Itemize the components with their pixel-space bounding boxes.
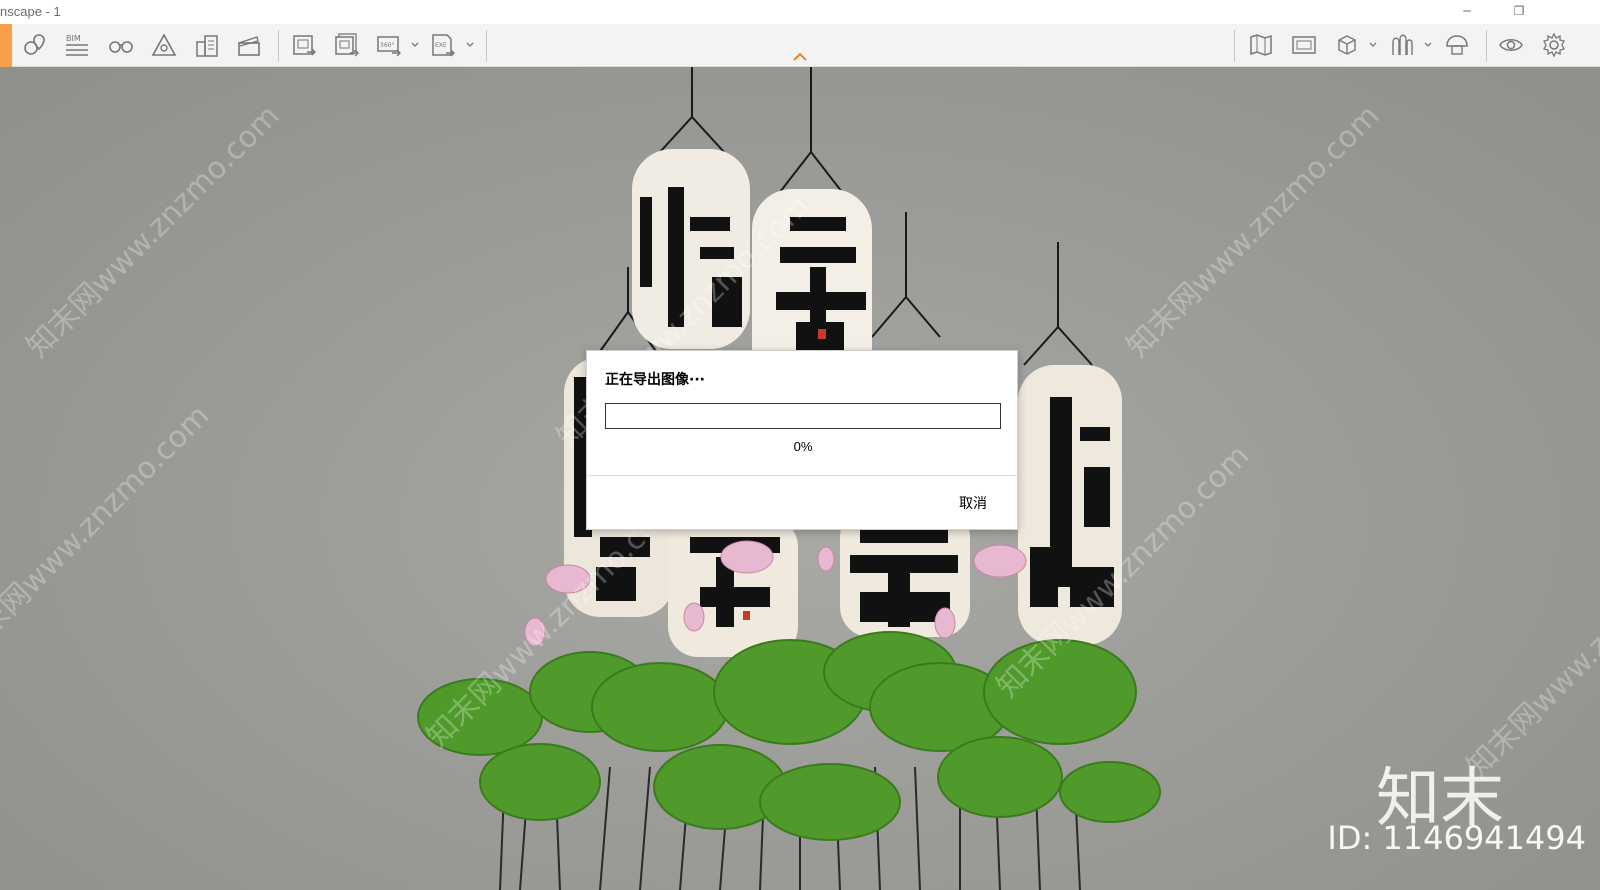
title-bar: nscape - 1 ─ ❐ <box>0 0 1600 24</box>
eye-icon[interactable] <box>1494 29 1528 61</box>
toolbar-separator <box>278 30 279 62</box>
pin-location-icon[interactable] <box>18 29 52 61</box>
chevron-down-icon[interactable] <box>1423 38 1433 52</box>
export-image-icon[interactable] <box>287 29 321 61</box>
bim-list-icon[interactable]: BIM <box>60 29 94 61</box>
dialog-title: 正在导出图像··· <box>605 372 705 388</box>
cancel-button[interactable]: 取消 <box>959 493 987 513</box>
map-icon[interactable] <box>1244 29 1278 61</box>
perspective-icon[interactable] <box>147 29 181 61</box>
image-panel-icon[interactable] <box>1287 29 1321 61</box>
chevron-up-icon[interactable] <box>792 51 808 63</box>
buildings-icon[interactable] <box>190 29 224 61</box>
toolbar-separator <box>1234 30 1235 62</box>
helmet-icon[interactable] <box>1440 29 1474 61</box>
main-toolbar: BIM 360° EXE <box>0 24 1600 67</box>
export-batch-image-icon[interactable] <box>330 29 364 61</box>
progress-bar <box>605 403 1001 429</box>
progress-percent: 0% <box>793 439 813 454</box>
clapperboard-icon[interactable] <box>232 29 266 61</box>
toolbar-separator <box>486 30 487 62</box>
label-360: 360° <box>380 42 394 49</box>
label-exe: EXE <box>435 42 447 49</box>
cube-icon[interactable] <box>1330 29 1364 61</box>
window-title: nscape - 1 <box>0 4 61 19</box>
chevron-down-icon[interactable] <box>465 38 475 52</box>
chevron-down-icon[interactable] <box>410 38 420 52</box>
watermark-id: ID: 1146941494 <box>1327 819 1586 857</box>
binoculars-icon[interactable] <box>104 29 138 61</box>
dialog-divider <box>587 475 1019 476</box>
restore-button[interactable]: ❐ <box>1504 2 1534 22</box>
export-360-icon[interactable]: 360° <box>372 29 406 61</box>
home-tab[interactable] <box>0 24 12 67</box>
minimize-button[interactable]: ─ <box>1452 2 1482 22</box>
export-exe-icon[interactable]: EXE <box>426 29 460 61</box>
trees-icon[interactable] <box>1385 29 1419 61</box>
chevron-down-icon[interactable] <box>1368 38 1378 52</box>
export-progress-dialog: 正在导出图像··· 0% 取消 <box>586 350 1019 530</box>
bim-label: BIM <box>66 34 81 43</box>
settings-icon[interactable] <box>1537 29 1571 61</box>
toolbar-separator <box>1486 30 1487 62</box>
